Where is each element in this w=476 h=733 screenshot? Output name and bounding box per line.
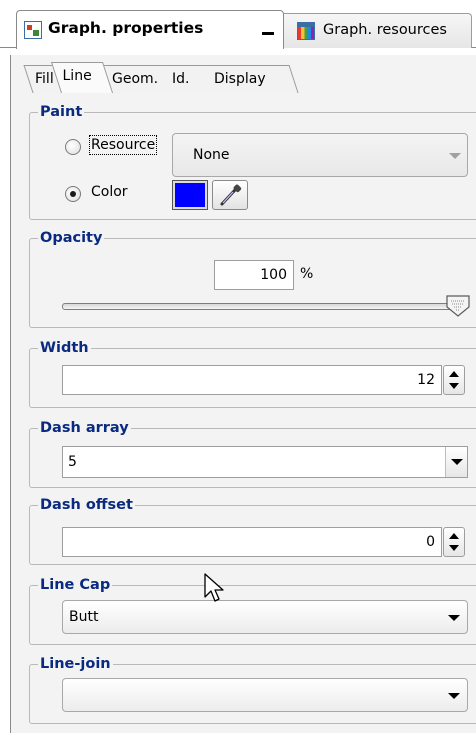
tab-id-label: Id. <box>172 71 190 87</box>
tab-display[interactable]: Display <box>203 65 299 93</box>
dash-array-value: 5 <box>68 454 77 470</box>
triangle-down-icon <box>449 545 459 551</box>
opacity-slider-track[interactable] <box>62 303 462 310</box>
tab-graph-properties[interactable]: Graph. properties <box>16 10 284 49</box>
chevron-down-icon <box>448 615 460 621</box>
dash-offset-value: 0 <box>426 534 435 550</box>
opacity-input[interactable]: 100 <box>214 260 294 290</box>
tab-fill-label: Fill <box>35 71 54 87</box>
properties-icon <box>24 21 42 39</box>
dash-array-dropdown-button[interactable] <box>445 447 467 477</box>
resource-combo[interactable]: None <box>172 133 468 177</box>
spin-up-button[interactable] <box>444 366 464 380</box>
width-value: 12 <box>417 372 435 388</box>
resource-label[interactable]: Resource <box>88 135 158 155</box>
triangle-up-icon <box>449 371 459 377</box>
chevron-down-icon <box>448 693 460 699</box>
eyedropper-icon <box>220 184 242 206</box>
width-spinner[interactable] <box>443 365 465 395</box>
paint-legend: Paint <box>38 104 85 120</box>
dash-offset-spinner[interactable] <box>443 527 465 557</box>
tab-graph-resources-label: Graph. resources <box>323 22 447 38</box>
opacity-slider-thumb[interactable] <box>446 295 470 317</box>
tab-line[interactable]: Line <box>50 62 114 93</box>
eyedropper-button[interactable] <box>212 180 248 210</box>
resource-radio[interactable] <box>65 139 81 155</box>
color-swatch-button[interactable] <box>172 180 208 210</box>
dash-offset-input[interactable]: 0 <box>62 527 442 557</box>
line-cap-legend: Line Cap <box>38 577 113 593</box>
tab-graph-resources[interactable]: Graph. resources <box>278 13 472 48</box>
dash-array-legend: Dash array <box>38 420 131 436</box>
tab-display-label: Display <box>214 71 266 87</box>
opacity-unit: % <box>300 266 314 282</box>
spin-up-button[interactable] <box>444 528 464 542</box>
opacity-legend: Opacity <box>38 230 105 246</box>
minimize-icon[interactable] <box>262 32 274 35</box>
dash-array-combo[interactable]: 5 <box>62 446 468 478</box>
line-cap-value: Butt <box>69 609 99 625</box>
color-swatch <box>175 183 205 207</box>
palette-icon <box>297 22 315 40</box>
opacity-value: 100 <box>260 267 287 283</box>
tab-graph-properties-label: Graph. properties <box>48 19 204 37</box>
color-label: Color <box>91 184 128 200</box>
color-radio[interactable] <box>65 186 81 202</box>
line-join-combo[interactable] <box>62 678 468 712</box>
chevron-down-icon <box>451 459 463 465</box>
width-legend: Width <box>38 340 91 356</box>
spin-down-button[interactable] <box>444 542 464 556</box>
width-input[interactable]: 12 <box>62 365 442 395</box>
line-join-legend: Line-join <box>38 656 113 672</box>
triangle-up-icon <box>449 533 459 539</box>
resource-combo-value: None <box>193 147 230 163</box>
tab-geom-label: Geom. <box>112 71 159 87</box>
tab-line-label: Line <box>62 68 92 84</box>
subtab-bar: Fill Geom. Id. Display Line <box>20 62 476 94</box>
triangle-down-icon <box>449 383 459 389</box>
dash-offset-legend: Dash offset <box>38 497 135 513</box>
spin-down-button[interactable] <box>444 380 464 394</box>
mouse-cursor-icon <box>204 573 224 602</box>
chevron-down-icon <box>449 153 461 159</box>
line-cap-combo[interactable]: Butt <box>62 600 468 634</box>
